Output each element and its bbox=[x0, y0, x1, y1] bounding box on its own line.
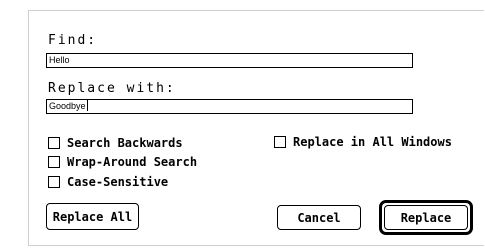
search-backwards-checkbox[interactable]: Search Backwards bbox=[48, 136, 183, 150]
replace-input-value: Goodbye bbox=[49, 101, 86, 111]
find-replace-dialog: Find: Hello Replace with: Goodbye Search… bbox=[28, 10, 484, 246]
replace-all-windows-checkbox[interactable]: Replace in All Windows bbox=[274, 135, 452, 149]
case-sensitive-checkbox[interactable]: Case-Sensitive bbox=[48, 175, 168, 189]
replace-input[interactable]: Goodbye bbox=[46, 99, 413, 114]
wrap-around-box[interactable] bbox=[48, 156, 60, 168]
wrap-around-checkbox[interactable]: Wrap-Around Search bbox=[48, 155, 197, 169]
replace-with-label: Replace with: bbox=[48, 81, 176, 96]
find-label: Find: bbox=[48, 33, 98, 48]
search-backwards-label: Search Backwards bbox=[67, 136, 183, 150]
case-sensitive-label: Case-Sensitive bbox=[67, 175, 169, 189]
cancel-button[interactable]: Cancel bbox=[277, 205, 361, 230]
replace-all-button[interactable]: Replace All bbox=[46, 203, 139, 230]
replace-all-windows-box[interactable] bbox=[274, 136, 286, 148]
replace-button[interactable]: Replace bbox=[384, 205, 468, 230]
find-input[interactable]: Hello bbox=[46, 53, 413, 68]
replace-all-windows-label: Replace in All Windows bbox=[293, 135, 452, 149]
case-sensitive-box[interactable] bbox=[48, 176, 60, 188]
wrap-around-label: Wrap-Around Search bbox=[67, 155, 198, 169]
text-caret bbox=[86, 100, 88, 111]
search-backwards-box[interactable] bbox=[48, 137, 60, 149]
find-input-value: Hello bbox=[49, 55, 70, 65]
